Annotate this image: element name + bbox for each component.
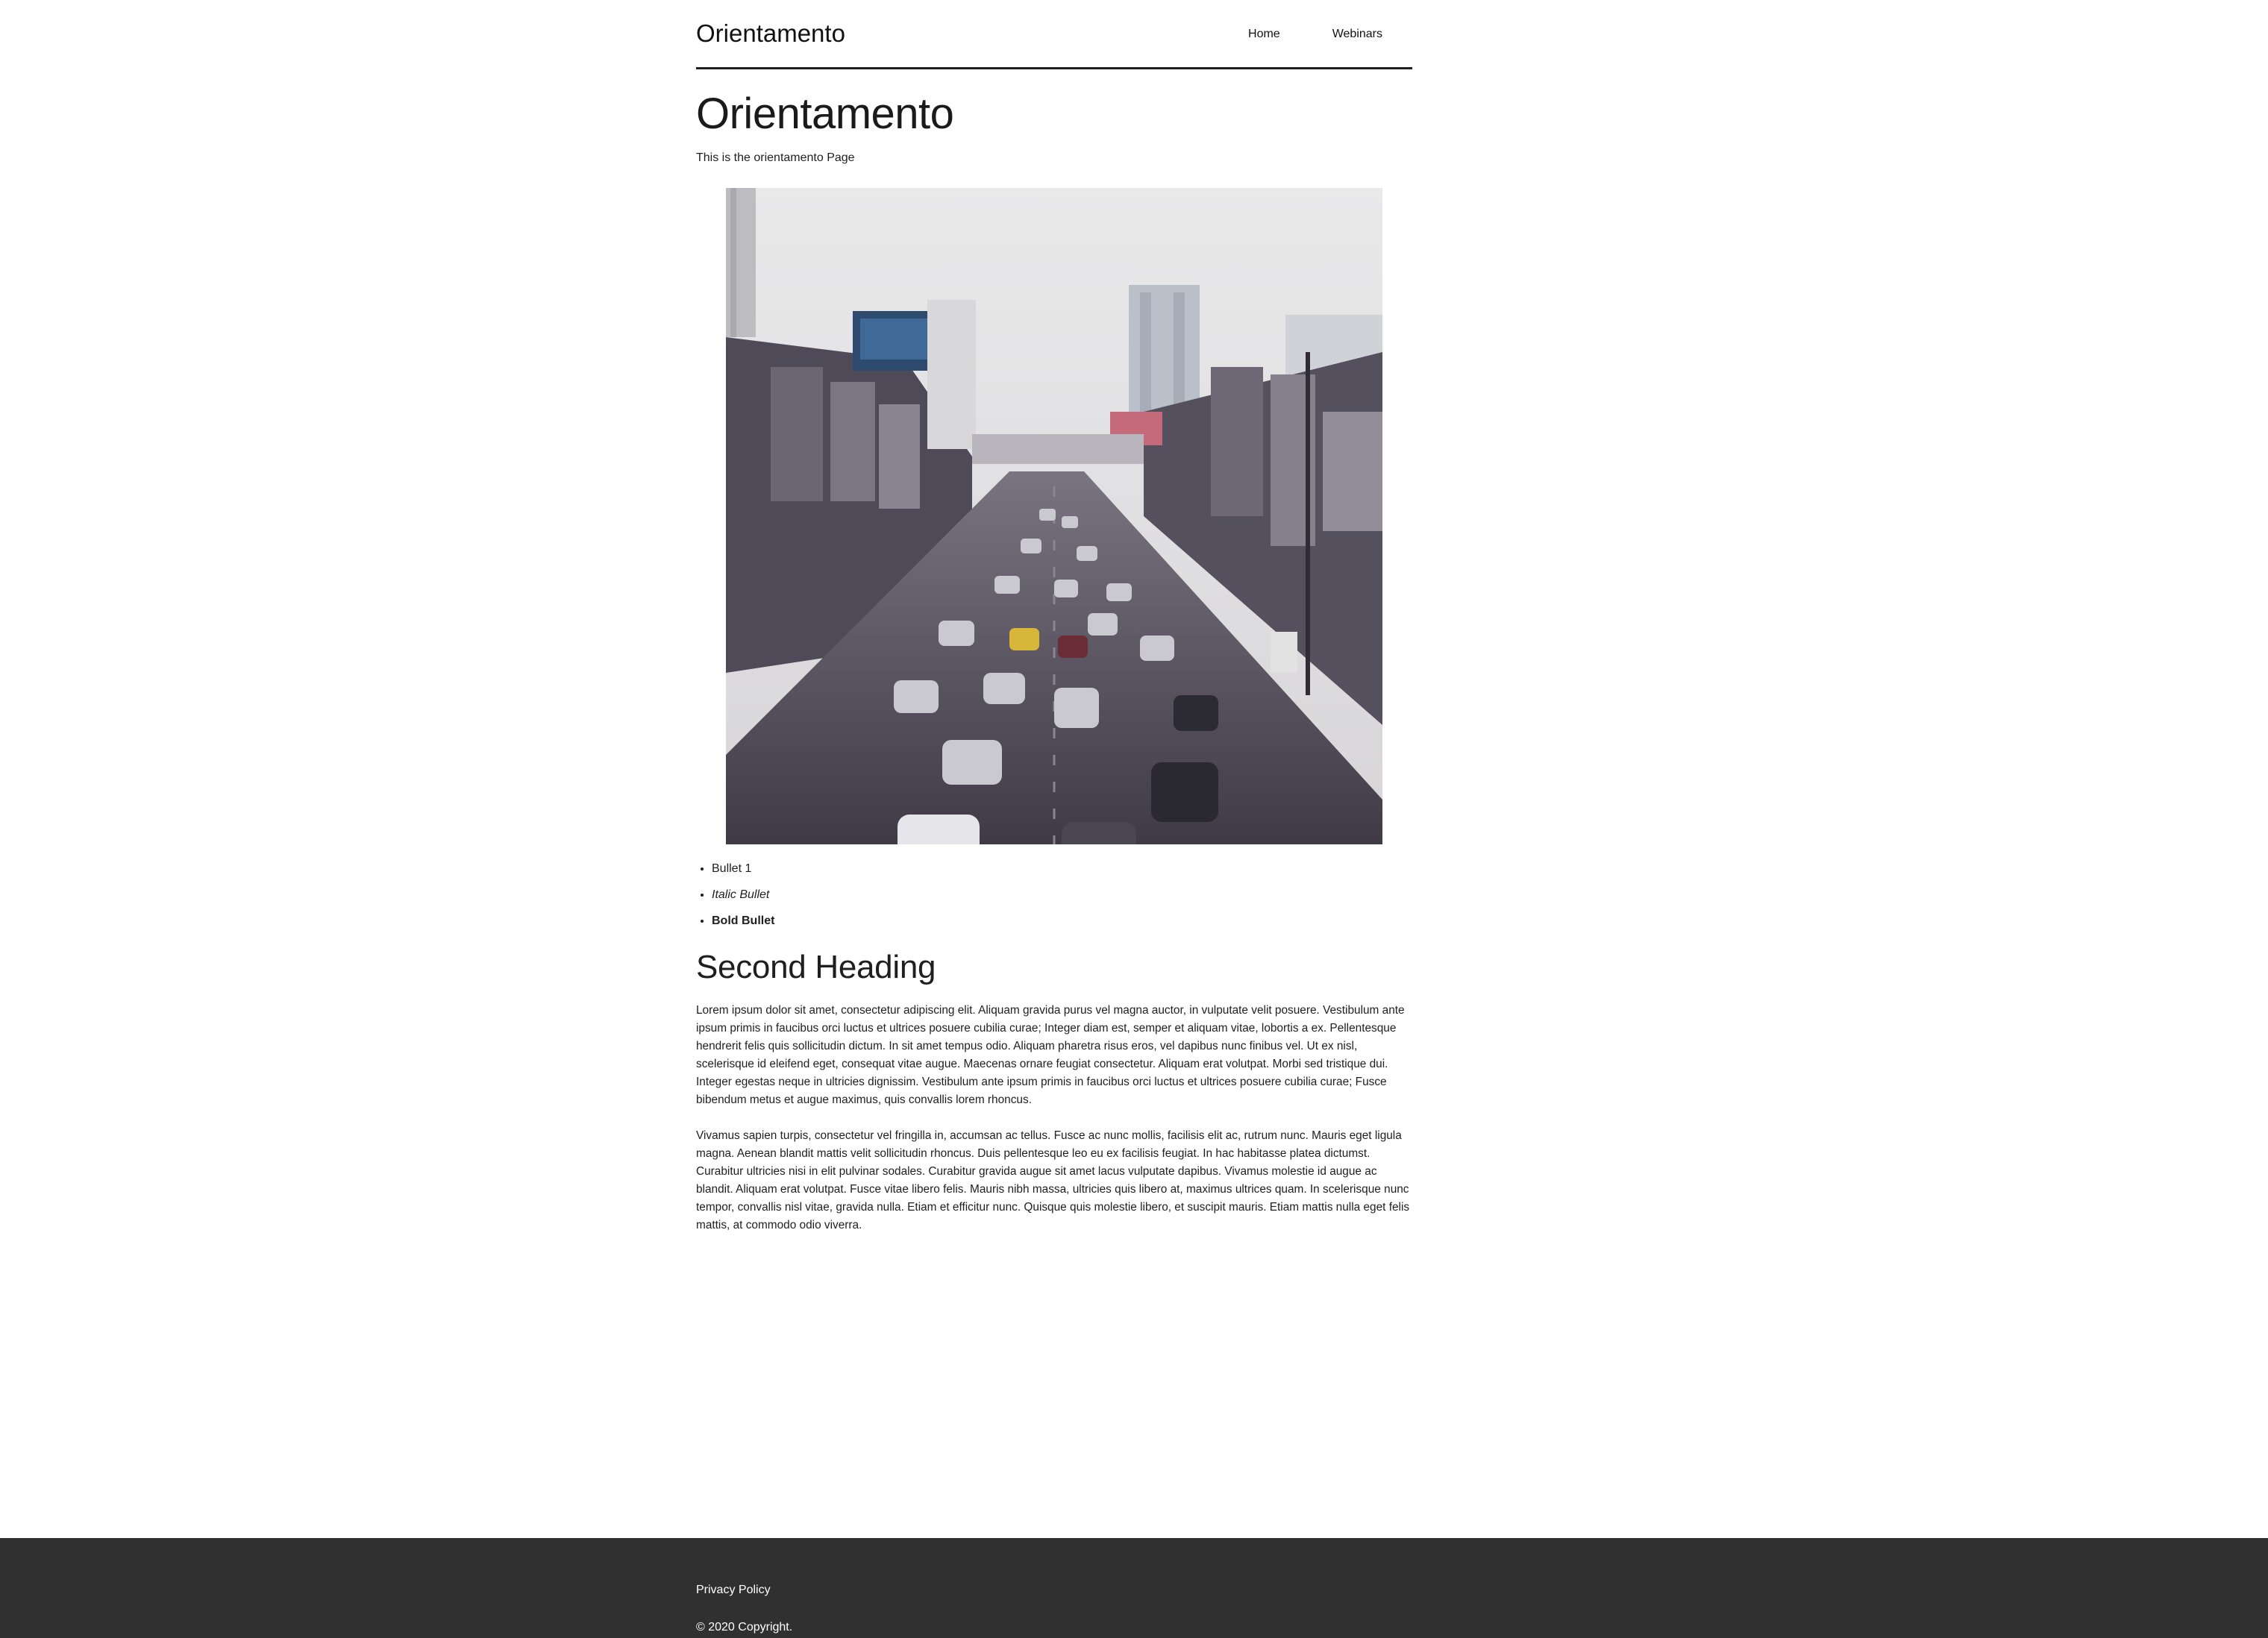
brand-link[interactable]: Orientamento <box>696 19 845 48</box>
nav-home-link[interactable]: Home <box>1248 25 1280 43</box>
site-header: Orientamento Home Webinars <box>696 0 1412 69</box>
list-item-italic: Italic Bullet <box>712 885 774 904</box>
hero-image <box>726 188 1382 844</box>
intro-text: This is the orientamento Page <box>696 151 855 164</box>
page-container: Orientamento Home Webinars Orientamento … <box>696 0 1412 1231</box>
footer-inner: Privacy Policy © 2020 Copyright. <box>696 1538 1412 1638</box>
site-footer: Privacy Policy © 2020 Copyright. <box>0 1538 2268 1638</box>
main-nav: Home Webinars <box>1196 25 1382 43</box>
list-item: Bullet 1 <box>712 859 774 878</box>
list-item-bold: Bold Bullet <box>712 911 774 930</box>
paragraph-2: Vivamus sapien turpis, consectetur vel f… <box>696 1129 1410 1231</box>
page-title: Orientamento <box>696 90 954 138</box>
paragraph-1: Lorem ipsum dolor sit amet, consectetur … <box>696 1004 1405 1106</box>
second-heading: Second Heading <box>696 949 936 985</box>
privacy-policy-link[interactable]: Privacy Policy <box>696 1581 771 1599</box>
nav-webinars-link[interactable]: Webinars <box>1332 25 1382 43</box>
copyright-text: © 2020 Copyright. <box>696 1621 793 1634</box>
bullet-list: Bullet 1 Italic Bullet Bold Bullet <box>696 859 774 938</box>
